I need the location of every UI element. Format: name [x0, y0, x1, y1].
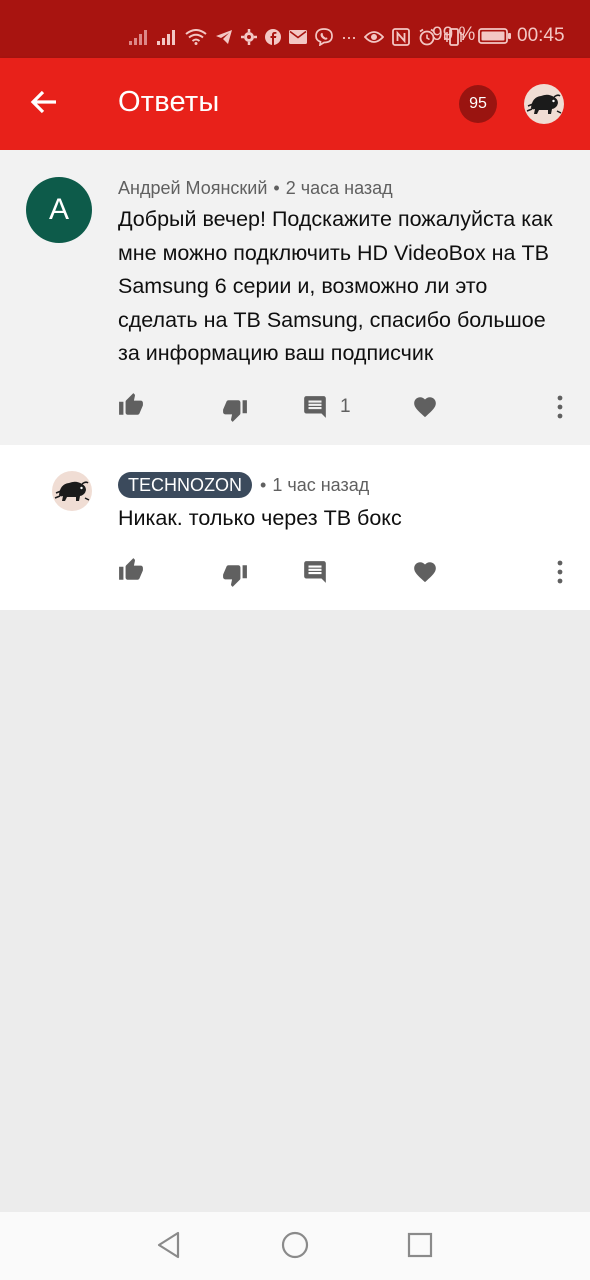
- reply-text: Никак. только через ТВ бокс: [118, 506, 402, 530]
- heart-button[interactable]: [412, 552, 438, 592]
- comment-icon: [302, 555, 328, 590]
- nav-home-button[interactable]: [277, 1229, 313, 1265]
- status-bar: ··· 99 % 00:45: [0, 0, 590, 58]
- clock: 00:45: [517, 25, 565, 46]
- mail-icon: [289, 30, 308, 44]
- square-recents-icon: [406, 1231, 434, 1264]
- dislike-button[interactable]: [222, 387, 248, 427]
- circle-home-icon: [280, 1230, 310, 1265]
- more-dots-icon: ···: [341, 26, 357, 47]
- reply-time: 1 час назад: [272, 474, 370, 495]
- app-bar: Ответы 95: [0, 58, 590, 150]
- status-icons: ···: [129, 23, 464, 51]
- page-title: Ответы: [118, 86, 220, 118]
- nfc-icon: [392, 28, 410, 46]
- eye-icon: [364, 30, 384, 44]
- comment-card: А Андрей Моянский • 2 часа назад Добрый …: [0, 150, 590, 445]
- comment-time: 2 часа назад: [285, 178, 393, 198]
- heart-icon: [412, 555, 438, 590]
- back-button[interactable]: [22, 82, 66, 126]
- author-name[interactable]: Андрей Моянский: [118, 178, 267, 199]
- thumb-down-icon: [222, 387, 248, 428]
- reply-meta: TECHNOZON • 1 час назад: [118, 472, 369, 498]
- comment-meta: Андрей Моянский • 2 часа назад: [118, 178, 393, 199]
- bison-logo-icon: [52, 481, 92, 511]
- reply-button[interactable]: [302, 552, 328, 592]
- comment-icon: [302, 390, 328, 425]
- thumb-down-icon: [222, 552, 248, 593]
- battery-percent: 99 %: [432, 24, 476, 45]
- like-button[interactable]: [118, 552, 144, 592]
- account-avatar[interactable]: [524, 84, 564, 124]
- comment-text: Добрый вечер! Подскажите пожалуйста как …: [118, 207, 553, 365]
- more-options-button[interactable]: [550, 552, 570, 592]
- reply-count: 1: [340, 396, 351, 417]
- system-nav-bar: [0, 1212, 590, 1280]
- thumb-up-icon: [118, 392, 144, 423]
- signal-icon: [157, 29, 177, 45]
- reply-card: TECHNOZON • 1 час назад Никак. только че…: [0, 445, 590, 610]
- signal-icon: [129, 29, 149, 45]
- arrow-back-icon: [30, 88, 58, 121]
- more-options-button[interactable]: [550, 387, 570, 427]
- nav-back-button[interactable]: [151, 1229, 187, 1265]
- separator-dot: •: [273, 178, 280, 198]
- thumb-up-icon: [118, 557, 144, 588]
- more-vert-icon: [550, 555, 570, 590]
- viber-icon: [315, 28, 333, 46]
- reply-author-avatar[interactable]: [52, 471, 92, 511]
- reply-button[interactable]: 1: [302, 387, 351, 427]
- separator-dot: •: [260, 474, 267, 495]
- facebook-icon: [265, 29, 282, 45]
- heart-button[interactable]: [412, 387, 438, 427]
- comment-actions: 1: [0, 387, 590, 427]
- like-button[interactable]: [118, 387, 144, 427]
- reply-author-chip[interactable]: TECHNOZON: [118, 472, 252, 498]
- count-badge[interactable]: 95: [459, 85, 497, 123]
- battery-icon: [478, 28, 512, 49]
- wifi-icon: [185, 29, 207, 45]
- settings-icon: [241, 29, 258, 45]
- author-avatar[interactable]: А: [26, 177, 92, 243]
- more-vert-icon: [550, 390, 570, 425]
- telegram-icon: [215, 29, 233, 45]
- reply-actions: [0, 552, 590, 592]
- triangle-back-icon: [156, 1231, 182, 1264]
- nav-recents-button[interactable]: [402, 1229, 438, 1265]
- heart-icon: [412, 390, 438, 425]
- dislike-button[interactable]: [222, 552, 248, 592]
- bison-logo-icon: [524, 94, 564, 124]
